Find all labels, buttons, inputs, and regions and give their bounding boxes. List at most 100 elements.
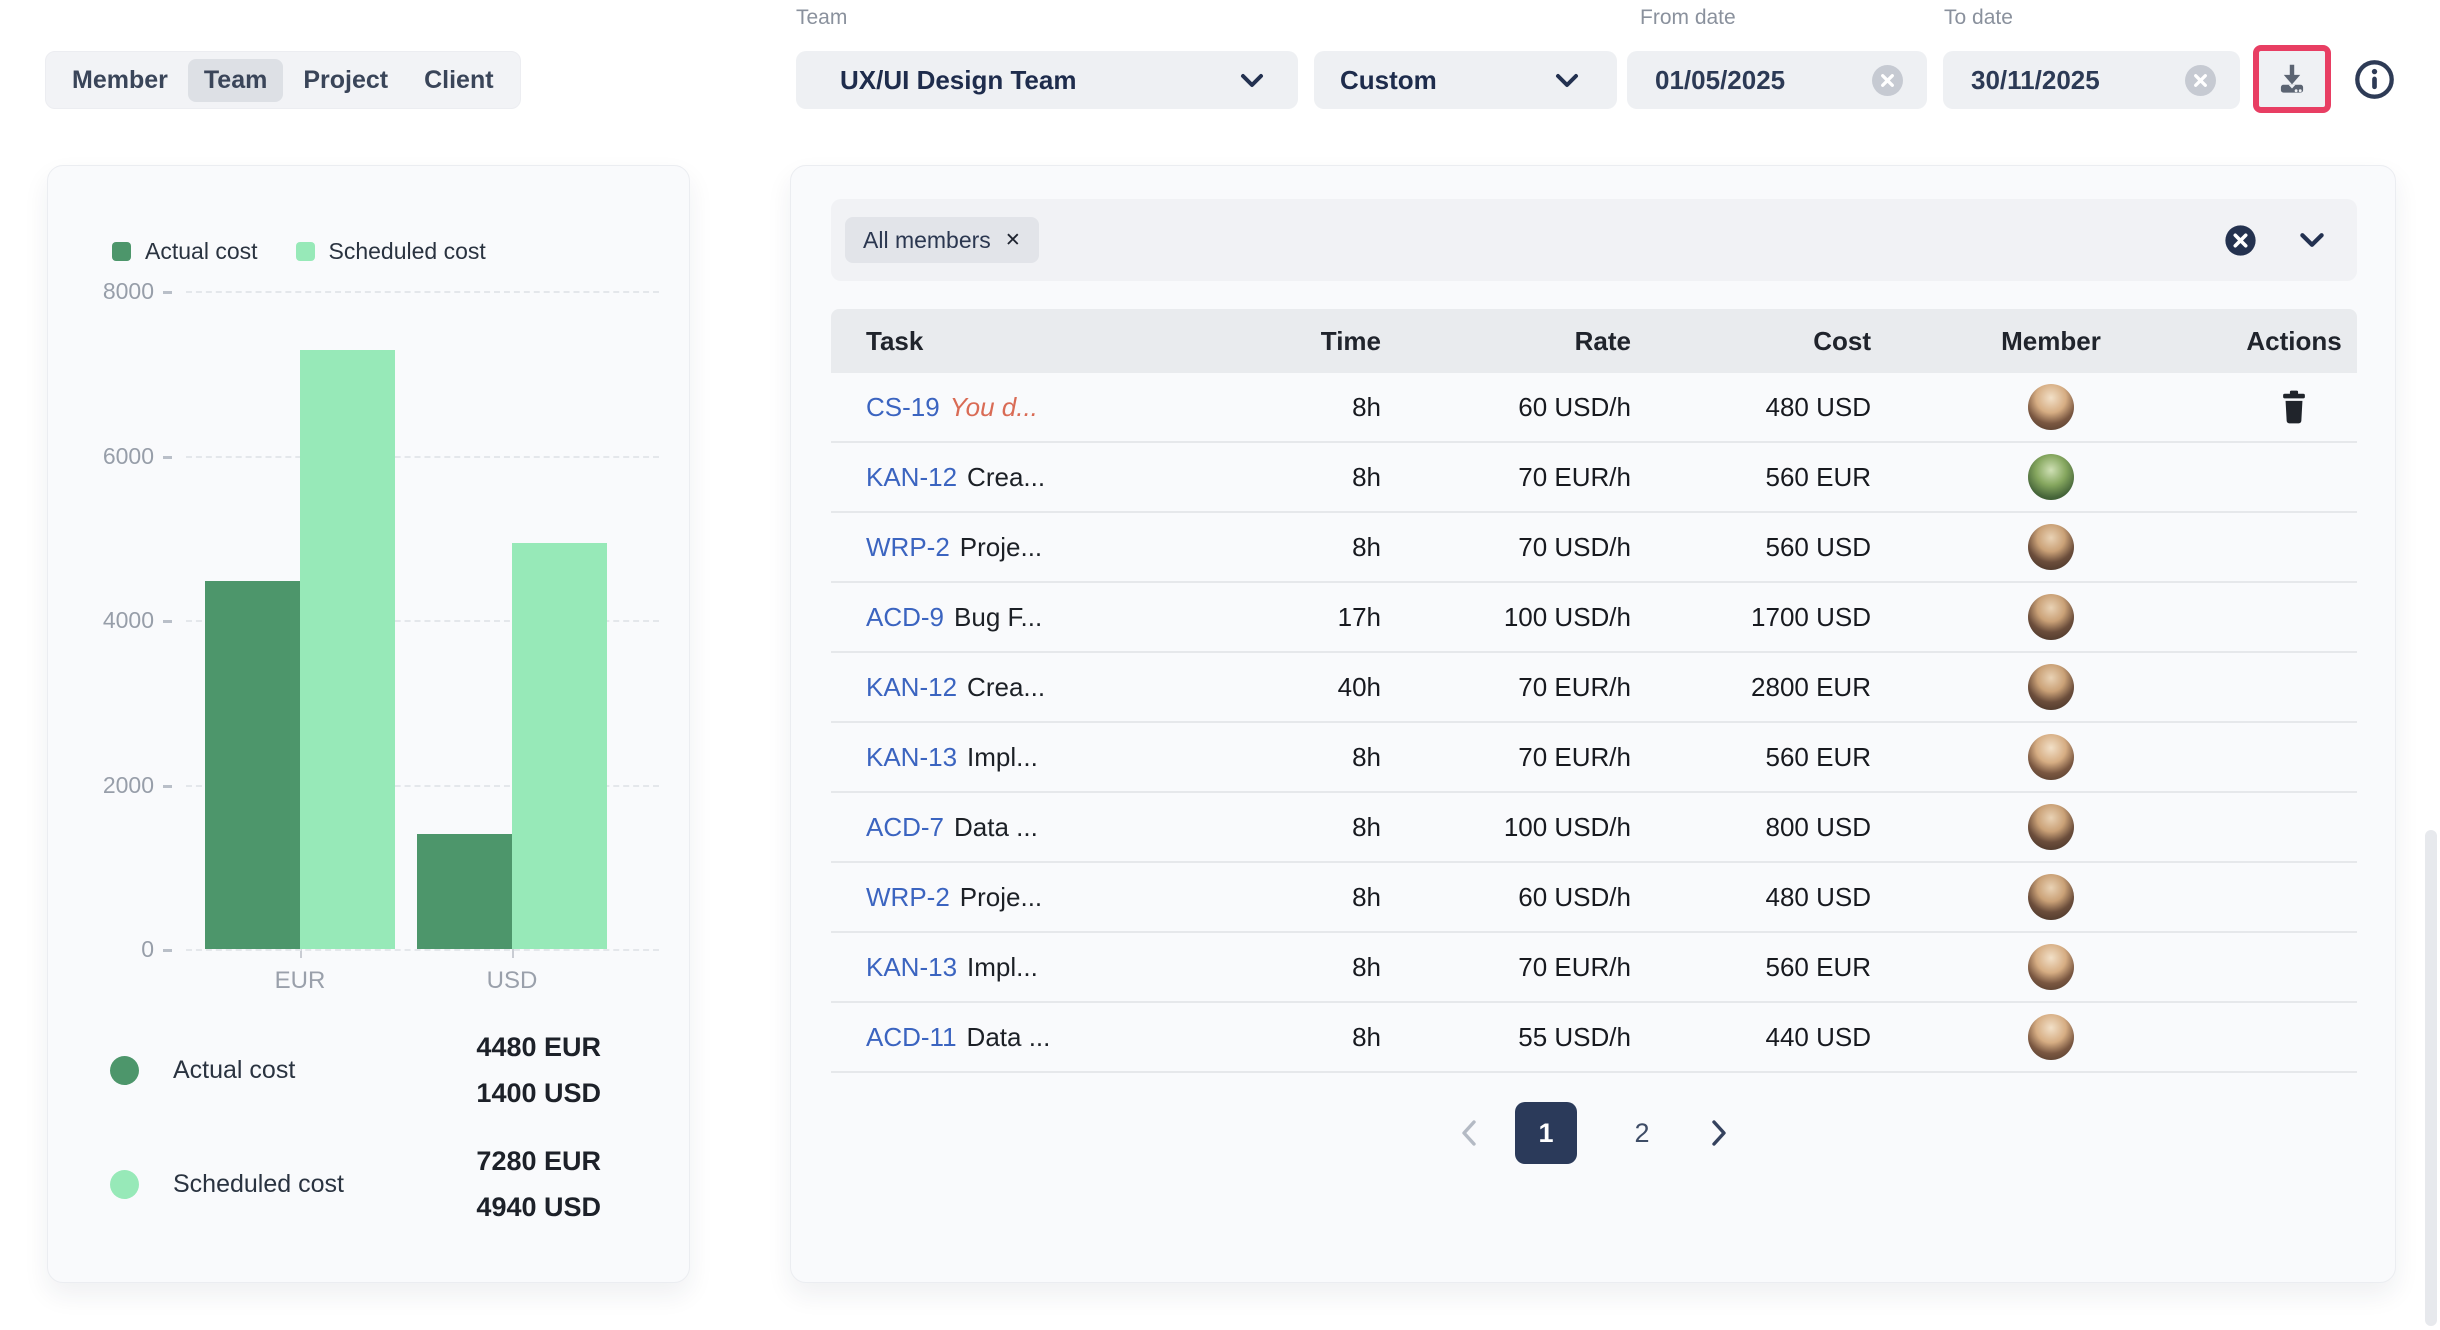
- from-date-field[interactable]: 01/05/2025: [1627, 51, 1927, 109]
- rate-cell: 60 USD/h: [1381, 882, 1631, 913]
- task-link[interactable]: KAN-12: [866, 672, 957, 702]
- download-button-highlighted[interactable]: [2253, 45, 2331, 113]
- legend-label: Scheduled cost: [329, 238, 486, 265]
- table-header-cell: Member: [1871, 326, 2231, 357]
- task-link[interactable]: ACD-11: [866, 1022, 957, 1052]
- table-row: ACD-9Bug F... 17h 100 USD/h 1700 USD: [831, 583, 2357, 653]
- member-cell: [1871, 804, 2231, 850]
- task-name: Impl...: [967, 952, 1038, 982]
- task-name: Data ...: [967, 1022, 1051, 1052]
- task-link[interactable]: ACD-9: [866, 602, 944, 632]
- member-cell: [1871, 874, 2231, 920]
- legend-label: Actual cost: [145, 238, 258, 265]
- clear-from-date-icon[interactable]: [1872, 65, 1903, 96]
- to-date-field[interactable]: 30/11/2025: [1943, 51, 2240, 109]
- cost-cell: 560 USD: [1631, 532, 1871, 563]
- task-link[interactable]: ACD-7: [866, 812, 944, 842]
- task-name: Data ...: [954, 812, 1038, 842]
- member-cell: [1871, 944, 2231, 990]
- chevron-down-icon: [1240, 73, 1264, 88]
- y-axis-tick-label: 4000: [82, 606, 172, 634]
- cost-cell: 480 USD: [1631, 882, 1871, 913]
- gridline: [186, 456, 659, 458]
- member-avatar[interactable]: [2028, 874, 2074, 920]
- previous-page-icon[interactable]: [1457, 1102, 1481, 1164]
- page-button[interactable]: 1: [1515, 1102, 1577, 1164]
- summary-value-eur: 4480 EUR: [476, 1024, 601, 1070]
- team-select[interactable]: UX/UI Design Team: [796, 51, 1298, 109]
- rate-cell: 70 EUR/h: [1381, 462, 1631, 493]
- time-cell: 17h: [1271, 602, 1381, 633]
- remove-chip-icon[interactable]: ✕: [1005, 229, 1021, 252]
- time-cell: 8h: [1271, 462, 1381, 493]
- member-avatar[interactable]: [2028, 524, 2074, 570]
- report-type-tab[interactable]: Client: [408, 59, 509, 102]
- task-cell: KAN-12Crea...: [831, 462, 1271, 493]
- summary-color-dot: [110, 1056, 139, 1085]
- period-select[interactable]: Custom: [1314, 51, 1617, 109]
- task-link[interactable]: WRP-2: [866, 532, 950, 562]
- time-cell: 8h: [1271, 1022, 1381, 1053]
- task-name: Crea...: [967, 672, 1045, 702]
- y-axis-tick-label: 6000: [82, 442, 172, 470]
- time-cell: 8h: [1271, 532, 1381, 563]
- chart-legend-item: Scheduled cost: [296, 238, 486, 265]
- next-page-icon[interactable]: [1707, 1102, 1731, 1164]
- member-avatar[interactable]: [2028, 384, 2074, 430]
- task-link[interactable]: CS-19: [866, 392, 940, 422]
- member-avatar[interactable]: [2028, 734, 2074, 780]
- chevron-down-icon[interactable]: [2299, 232, 2325, 248]
- chart-legend-item: Actual cost: [112, 238, 258, 265]
- member-avatar[interactable]: [2028, 804, 2074, 850]
- page-button[interactable]: 2: [1611, 1102, 1673, 1164]
- table-header-cell: Time: [1271, 326, 1381, 357]
- info-icon[interactable]: [2353, 58, 2396, 101]
- report-type-tabs: Member Team Project Client: [45, 51, 521, 109]
- time-cell: 8h: [1271, 742, 1381, 773]
- table-header: Task Time Rate Cost Member Actions: [831, 309, 2357, 373]
- table-row: ACD-7Data ... 8h 100 USD/h 800 USD: [831, 793, 2357, 863]
- member-avatar[interactable]: [2028, 1014, 2074, 1060]
- task-link[interactable]: KAN-13: [866, 952, 957, 982]
- summary-values: 7280 EUR 4940 USD: [476, 1138, 601, 1230]
- actions-cell: [2231, 390, 2357, 424]
- member-avatar[interactable]: [2028, 944, 2074, 990]
- all-members-chip[interactable]: All members ✕: [845, 217, 1039, 263]
- task-link[interactable]: WRP-2: [866, 882, 950, 912]
- member-cell: [1871, 594, 2231, 640]
- cost-table-card: All members ✕ Task Time Rate Cost: [790, 165, 2396, 1283]
- summary-row: Scheduled cost 7280 EUR 4940 USD: [110, 1138, 601, 1230]
- report-type-tab[interactable]: Team: [188, 59, 283, 102]
- bar-actual-cost-eur: [205, 581, 300, 949]
- table-header-cell: Rate: [1381, 326, 1631, 357]
- members-filter-bar[interactable]: All members ✕: [831, 199, 2357, 281]
- table-row: ACD-11Data ... 8h 55 USD/h 440 USD: [831, 1003, 2357, 1073]
- chart-legend: Actual cost Scheduled cost: [112, 238, 486, 265]
- delete-icon[interactable]: [2279, 390, 2309, 424]
- clear-to-date-icon[interactable]: [2185, 65, 2216, 96]
- table-row: CS-19You d... 8h 60 USD/h 480 USD: [831, 373, 2357, 443]
- summary-value-usd: 1400 USD: [476, 1070, 601, 1116]
- summary-label: Scheduled cost: [173, 1170, 476, 1199]
- cost-chart-card: Actual cost Scheduled cost 0200040006000…: [47, 165, 690, 1283]
- time-cell: 8h: [1271, 882, 1381, 913]
- task-name: Impl...: [967, 742, 1038, 772]
- time-cell: 8h: [1271, 952, 1381, 983]
- table-row: WRP-2Proje... 8h 70 USD/h 560 USD: [831, 513, 2357, 583]
- clear-all-icon[interactable]: [2224, 224, 2257, 257]
- summary-row: Actual cost 4480 EUR 1400 USD: [110, 1024, 601, 1116]
- table-row: KAN-12Crea... 40h 70 EUR/h 2800 EUR: [831, 653, 2357, 723]
- member-avatar[interactable]: [2028, 454, 2074, 500]
- rate-cell: 70 EUR/h: [1381, 742, 1631, 773]
- chevron-down-icon: [1555, 73, 1579, 88]
- member-avatar[interactable]: [2028, 594, 2074, 640]
- task-link[interactable]: KAN-13: [866, 742, 957, 772]
- member-cell: [1871, 524, 2231, 570]
- member-avatar[interactable]: [2028, 664, 2074, 710]
- task-link[interactable]: KAN-12: [866, 462, 957, 492]
- cost-cell: 1700 USD: [1631, 602, 1871, 633]
- table-header-cell: Actions: [2231, 326, 2357, 357]
- report-type-tab[interactable]: Project: [287, 59, 404, 102]
- report-type-tab[interactable]: Member: [56, 59, 184, 102]
- scrollbar-thumb[interactable]: [2425, 830, 2437, 1326]
